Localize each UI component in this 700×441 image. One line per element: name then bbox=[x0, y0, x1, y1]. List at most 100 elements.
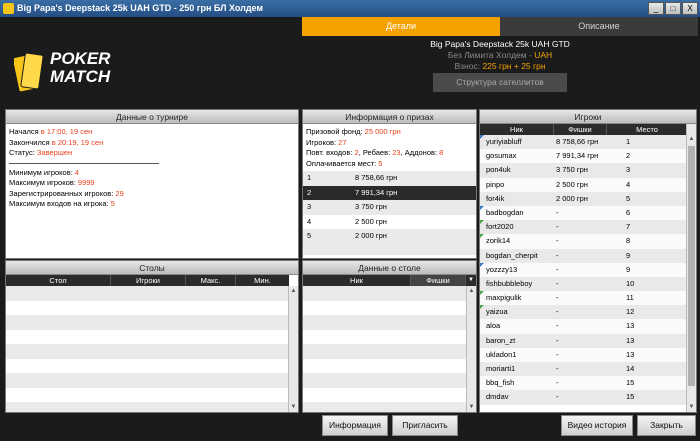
player-row[interactable]: yaizua - 12 bbox=[480, 305, 687, 320]
tables-scrollbar[interactable]: ▲ ▼ bbox=[288, 286, 298, 412]
invite-button[interactable]: Пригласить bbox=[392, 415, 458, 436]
player-row[interactable]: bogdan_cherpit - 9 bbox=[480, 248, 687, 263]
empty-row bbox=[6, 329, 289, 344]
player-place: 7 bbox=[626, 222, 631, 232]
window-titlebar: Big Papa's Deepstack 25k UAH GTD - 250 г… bbox=[0, 0, 700, 17]
status-line: Статус: Завершен bbox=[9, 148, 73, 157]
table-players-list bbox=[303, 286, 466, 412]
scroll-up-icon[interactable]: ▲ bbox=[467, 287, 476, 296]
players-panel: Игроки Ник Фишки Место yuriyiabluff 8 758… bbox=[479, 109, 697, 413]
col-max[interactable]: Макс. bbox=[186, 275, 236, 286]
col-table-chips[interactable]: Фишки bbox=[411, 275, 466, 286]
player-row[interactable]: ukladon1 - 13 bbox=[480, 347, 687, 362]
col-min[interactable]: Мин. bbox=[236, 275, 289, 286]
player-row[interactable]: zorik14 - 8 bbox=[480, 234, 687, 249]
scroll-down-icon[interactable]: ▼ bbox=[687, 403, 696, 412]
satellites-structure-button[interactable]: Структура сателлитов bbox=[433, 73, 567, 92]
empty-row bbox=[303, 358, 466, 373]
close-button[interactable]: Закрыть bbox=[637, 415, 696, 436]
player-status-marker bbox=[480, 205, 484, 210]
table-data-scrollbar[interactable]: ▲ ▼ bbox=[466, 286, 476, 412]
empty-row bbox=[303, 300, 466, 315]
scroll-up-icon[interactable]: ▲ bbox=[289, 287, 298, 296]
col-place[interactable]: Место bbox=[607, 124, 687, 135]
maximize-button[interactable]: □ bbox=[665, 2, 681, 15]
empty-row bbox=[303, 286, 466, 301]
tab-description[interactable]: Описание bbox=[500, 17, 698, 36]
prizes-title: Информация о призах bbox=[303, 110, 476, 124]
tab-details[interactable]: Детали bbox=[302, 17, 500, 36]
player-row[interactable]: yozzzy13 - 9 bbox=[480, 262, 687, 277]
player-row[interactable]: fort2020 - 7 bbox=[480, 220, 687, 235]
col-nick[interactable]: Ник bbox=[480, 124, 554, 135]
prize-row[interactable]: 3 3 750 грн bbox=[303, 200, 476, 215]
prize-amount: 3 750 грн bbox=[355, 202, 387, 211]
player-row[interactable]: aloa - 13 bbox=[480, 319, 687, 334]
col-table[interactable]: Стол bbox=[6, 275, 111, 286]
prize-row[interactable]: 5 2 000 грн bbox=[303, 229, 476, 244]
player-nick: yozzzy13 bbox=[486, 264, 518, 274]
player-row[interactable]: fishbubbleboy - 10 bbox=[480, 276, 687, 292]
col-players[interactable]: Игроки bbox=[111, 275, 186, 286]
minimize-button[interactable]: _ bbox=[648, 2, 664, 15]
player-chips: - bbox=[556, 250, 559, 260]
player-nick: zorik14 bbox=[486, 236, 511, 246]
player-row[interactable]: moriarti1 - 14 bbox=[480, 362, 687, 377]
player-chips: - bbox=[556, 392, 559, 402]
player-chips: 7 991,34 грн bbox=[556, 151, 599, 161]
player-row[interactable]: dmdav - 15 bbox=[480, 390, 687, 405]
player-status-marker bbox=[480, 234, 484, 239]
player-row[interactable]: for4ik 2 000 грн 5 bbox=[480, 191, 687, 206]
player-place: 15 bbox=[626, 378, 635, 388]
started-line: Начался в 17:00, 19 сен bbox=[9, 127, 93, 136]
prize-row-empty bbox=[303, 243, 476, 255]
video-history-button[interactable]: Видео история bbox=[561, 415, 633, 436]
prize-place: 3 bbox=[307, 202, 312, 211]
prize-table: 1 8 758,66 грн 2 7 991,34 грн 3 3 750 грн 4 2 5… bbox=[303, 171, 476, 255]
prize-players-line: Игроков: 27 bbox=[306, 137, 347, 147]
player-status-marker bbox=[480, 291, 484, 296]
empty-row bbox=[6, 286, 289, 301]
player-chips: 8 758,66 грн bbox=[556, 137, 599, 146]
col-chips[interactable]: Фишки bbox=[554, 124, 607, 135]
empty-row bbox=[303, 344, 466, 359]
divider bbox=[9, 162, 159, 164]
prize-row[interactable]: 2 7 991,34 грн bbox=[303, 185, 476, 200]
player-row[interactable]: yuriyiabluff 8 758,66 грн 1 bbox=[480, 135, 687, 150]
ended-line: Закончился в 20:19, 19 сен bbox=[9, 137, 104, 147]
player-row[interactable]: baron_zt - 13 bbox=[480, 333, 687, 348]
player-nick: aloa bbox=[486, 321, 501, 331]
player-place: 4 bbox=[626, 179, 631, 189]
player-chips: - bbox=[556, 378, 559, 388]
scroll-down-icon[interactable]: ▼ bbox=[467, 403, 476, 412]
tournament-data-title: Данные о турнире bbox=[6, 110, 298, 124]
pokermatch-logo: POKER MATCH bbox=[14, 47, 129, 99]
app-icon bbox=[3, 3, 14, 14]
scroll-down-icon[interactable]: ▼ bbox=[289, 403, 298, 412]
player-chips: - bbox=[556, 321, 559, 331]
player-row[interactable]: gosumax 7 991,34 грн 2 bbox=[480, 149, 687, 164]
player-nick: bbq_fish bbox=[486, 378, 515, 388]
players-scrollbar[interactable]: ▲ ▼ bbox=[686, 124, 696, 412]
close-window-button[interactable]: X bbox=[682, 2, 698, 15]
empty-row bbox=[303, 329, 466, 344]
player-row[interactable]: badbogdan - 6 bbox=[480, 205, 687, 221]
player-nick: fort2020 bbox=[486, 222, 514, 232]
logo-line-2: MATCH bbox=[50, 67, 111, 86]
empty-row bbox=[6, 300, 289, 315]
col-table-nick[interactable]: Ник bbox=[303, 275, 411, 286]
tables-list bbox=[6, 286, 289, 412]
main-area: POKER MATCH Детали Описание Big Papa's D… bbox=[0, 17, 700, 441]
prize-row[interactable]: 1 8 758,66 грн bbox=[303, 171, 476, 186]
info-button[interactable]: Информация bbox=[322, 415, 388, 436]
sort-down-icon[interactable]: ▼ bbox=[466, 275, 476, 286]
player-row[interactable]: maxpigulik - 11 bbox=[480, 291, 687, 306]
prize-row[interactable]: 4 2 500 грн bbox=[303, 214, 476, 229]
scroll-up-icon[interactable]: ▲ bbox=[687, 135, 696, 144]
min-players-line: Минимум игроков: 4 bbox=[9, 167, 80, 177]
scroll-thumb[interactable] bbox=[688, 146, 695, 386]
player-row[interactable]: pon4uk 3 750 грн 3 bbox=[480, 163, 687, 178]
player-nick: fishbubbleboy bbox=[486, 278, 533, 288]
player-row[interactable]: pinpo 2 500 грн 4 bbox=[480, 177, 687, 192]
player-row[interactable]: bbq_fish - 15 bbox=[480, 376, 687, 391]
